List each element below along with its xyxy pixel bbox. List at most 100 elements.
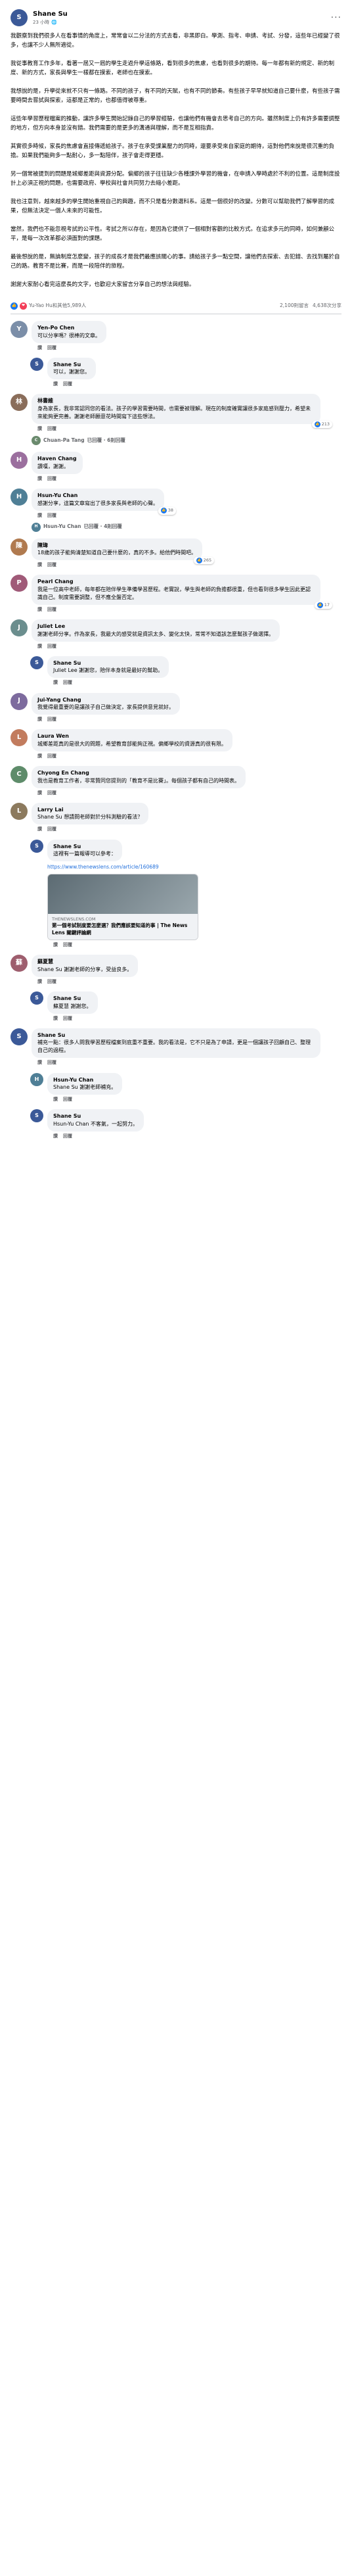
comment-like-button[interactable]: 讚 xyxy=(53,1015,58,1022)
commenter-avatar[interactable]: L xyxy=(11,802,28,820)
view-replies-link[interactable]: C Chuan-Pa Tang 已回覆 · 6則回覆 xyxy=(32,436,341,446)
commenter-avatar[interactable]: Y xyxy=(11,321,28,338)
comment-like-button[interactable]: 讚 xyxy=(37,475,42,482)
comment-reply-button[interactable]: 回覆 xyxy=(47,643,56,650)
commenter-avatar[interactable]: C xyxy=(11,766,28,784)
comment-reply-button[interactable]: 回覆 xyxy=(47,475,56,482)
commenter-name[interactable]: Yen-Po Chen xyxy=(37,324,100,332)
view-replies-link[interactable]: H Hsun-Yu Chan 已回覆 · 4則回覆 xyxy=(32,522,341,532)
commenter-avatar[interactable]: 林 xyxy=(11,394,28,412)
comment-reply-button[interactable]: 回覆 xyxy=(47,790,56,796)
comment-reply-button[interactable]: 回覆 xyxy=(47,345,56,351)
comment-reply-button[interactable]: 回覆 xyxy=(47,826,56,832)
comment-like-button[interactable]: 讚 xyxy=(37,345,42,351)
commenter-avatar[interactable]: S xyxy=(30,839,43,853)
comment-reply-button[interactable]: 回覆 xyxy=(63,1015,72,1022)
comment-reply-button[interactable]: 回覆 xyxy=(47,425,56,432)
commenter-name[interactable]: Shane Su xyxy=(53,659,163,667)
comment-like-button[interactable]: 讚 xyxy=(37,561,42,568)
commenter-avatar[interactable]: S xyxy=(30,991,43,1005)
commenter-avatar[interactable]: J xyxy=(11,619,28,637)
comment-like-button[interactable]: 讚 xyxy=(37,753,42,759)
commenter-avatar[interactable]: 陳 xyxy=(11,538,28,556)
reactions-summary[interactable]: Yu-Yao Hu和其他5,989人 xyxy=(29,302,86,310)
commenter-name[interactable]: Chyong En Chang xyxy=(37,769,240,777)
author-avatar[interactable]: S xyxy=(11,9,28,26)
commenter-avatar[interactable]: L xyxy=(11,729,28,747)
comment-like-button[interactable]: 讚 xyxy=(37,1059,42,1066)
comment-like-button[interactable]: 讚 xyxy=(37,512,42,519)
commenter-name[interactable]: 陳瑋 xyxy=(37,542,196,550)
commenter-name[interactable]: Larry Lai xyxy=(37,806,143,814)
comment-text: 蘇夏慧 謝謝您。 xyxy=(53,1003,92,1009)
comment-actions: 讚回覆 xyxy=(32,753,320,759)
commenter-name[interactable]: Laura Wen xyxy=(37,732,227,740)
comment-like-button[interactable]: 讚 xyxy=(37,606,42,613)
comment-actions: 讚回覆 xyxy=(32,643,320,650)
comment-like-button[interactable]: 讚 xyxy=(53,1133,58,1139)
reaction-icons[interactable]: 👍 ❤ Yu-Yao Hu和其他5,989人 xyxy=(11,302,86,310)
commenter-avatar[interactable]: J xyxy=(11,692,28,710)
author-name[interactable]: Shane Su xyxy=(33,10,331,20)
comment-like-button[interactable]: 讚 xyxy=(53,942,58,948)
comment-reaction-count[interactable]: 👍 38 xyxy=(158,507,176,515)
commenter-name[interactable]: Pearl Chang xyxy=(37,578,315,586)
more-options-icon[interactable]: ··· xyxy=(331,11,341,24)
commenter-avatar[interactable]: S xyxy=(11,1028,28,1045)
commenter-name[interactable]: Jui-Yang Chang xyxy=(37,696,174,704)
shares-count[interactable]: 4,638次分享 xyxy=(313,302,341,310)
comment: S Shane Su Hsun-Yu Chan 不客氣，一起努力。讚回覆 xyxy=(30,1109,341,1139)
commenter-name[interactable]: Shane Su xyxy=(53,361,90,369)
commenter-avatar[interactable]: 蘇 xyxy=(11,955,28,972)
comment-reply-button[interactable]: 回覆 xyxy=(63,1133,72,1139)
commenter-avatar[interactable]: H xyxy=(30,1072,43,1086)
comment: S Shane Su 這裡有一篇報導可以參考： https://www.thenews… xyxy=(30,839,341,949)
comment-like-button[interactable]: 讚 xyxy=(53,1096,58,1103)
commenter-avatar[interactable]: S xyxy=(30,656,43,669)
comment-like-button[interactable]: 讚 xyxy=(53,679,58,686)
commenter-name[interactable]: Hsun-Yu Chan xyxy=(37,492,158,500)
commenter-name[interactable]: 蘇夏慧 xyxy=(37,958,132,966)
link-preview-card[interactable]: THENEWSLENS.COM 第一個考試制度要怎麼選？我們應該要知道的事 | T… xyxy=(47,874,198,941)
comment-like-button[interactable]: 讚 xyxy=(37,790,42,796)
comment-reply-button[interactable]: 回覆 xyxy=(47,978,56,985)
commenter-avatar[interactable]: S xyxy=(30,357,43,371)
comment-like-button[interactable]: 讚 xyxy=(37,978,42,985)
comment-like-button[interactable]: 讚 xyxy=(37,716,42,723)
comment-reply-button[interactable]: 回覆 xyxy=(63,381,72,387)
comment-reply-button[interactable]: 回覆 xyxy=(63,679,72,686)
commenter-avatar[interactable]: H xyxy=(11,488,28,506)
comment-like-button[interactable]: 讚 xyxy=(37,643,42,650)
post-paragraph: 另一個常被提到的問題是城鄉差距與資源分配。偏鄉的孩子往往缺少各種課外學習的機會，… xyxy=(11,171,340,187)
comment-reply-button[interactable]: 回覆 xyxy=(47,561,56,568)
comment-reply-button[interactable]: 回覆 xyxy=(47,716,56,723)
commenter-name[interactable]: Shane Su xyxy=(53,1112,138,1120)
link-url[interactable]: https://www.thenewslens.com/article/1606… xyxy=(47,864,336,871)
commenter-avatar[interactable]: H xyxy=(11,452,28,469)
comment-reply-button[interactable]: 回覆 xyxy=(63,942,72,948)
comment-reaction-count[interactable]: 👍 17 xyxy=(314,601,332,609)
commenter-name[interactable]: 林書維 xyxy=(37,397,315,405)
post-time[interactable]: 23 小時 xyxy=(33,19,49,26)
comment-reply-button[interactable]: 回覆 xyxy=(63,1096,72,1103)
comment-reply-button[interactable]: 回覆 xyxy=(47,512,56,519)
comment-reaction-count[interactable]: 👍 265 xyxy=(193,556,215,565)
comment-like-button[interactable]: 讚 xyxy=(37,826,42,832)
comments-count[interactable]: 2,100則留言 xyxy=(280,302,309,310)
commenter-name[interactable]: Haven Chang xyxy=(37,455,77,463)
comment-reply-button[interactable]: 回覆 xyxy=(47,606,56,613)
comment-reply-button[interactable]: 回覆 xyxy=(47,753,56,759)
comment-like-button[interactable]: 讚 xyxy=(37,425,42,432)
commenter-name[interactable]: Shane Su xyxy=(53,995,92,1003)
commenter-avatar[interactable]: P xyxy=(11,575,28,592)
commenter-name[interactable]: Shane Su xyxy=(53,843,116,851)
commenter-name[interactable]: Hsun-Yu Chan xyxy=(53,1076,116,1084)
comment-main: Pearl Chang 我是一位高中老師，每年都在陪伴學生準備學習歷程。老實說，學… xyxy=(32,575,332,613)
comment-like-button[interactable]: 讚 xyxy=(53,381,58,387)
comment-reaction-count[interactable]: 👍 213 xyxy=(311,420,332,429)
commenter-avatar[interactable]: S xyxy=(30,1109,43,1123)
commenter-name[interactable]: Juliet Lee xyxy=(37,623,274,631)
comment-reply-button[interactable]: 回覆 xyxy=(47,1059,56,1066)
comment: Y Yen-Po Chen 可以分享嗎？很棒的文章。讚回覆 xyxy=(11,321,341,351)
commenter-name[interactable]: Shane Su xyxy=(37,1032,315,1039)
